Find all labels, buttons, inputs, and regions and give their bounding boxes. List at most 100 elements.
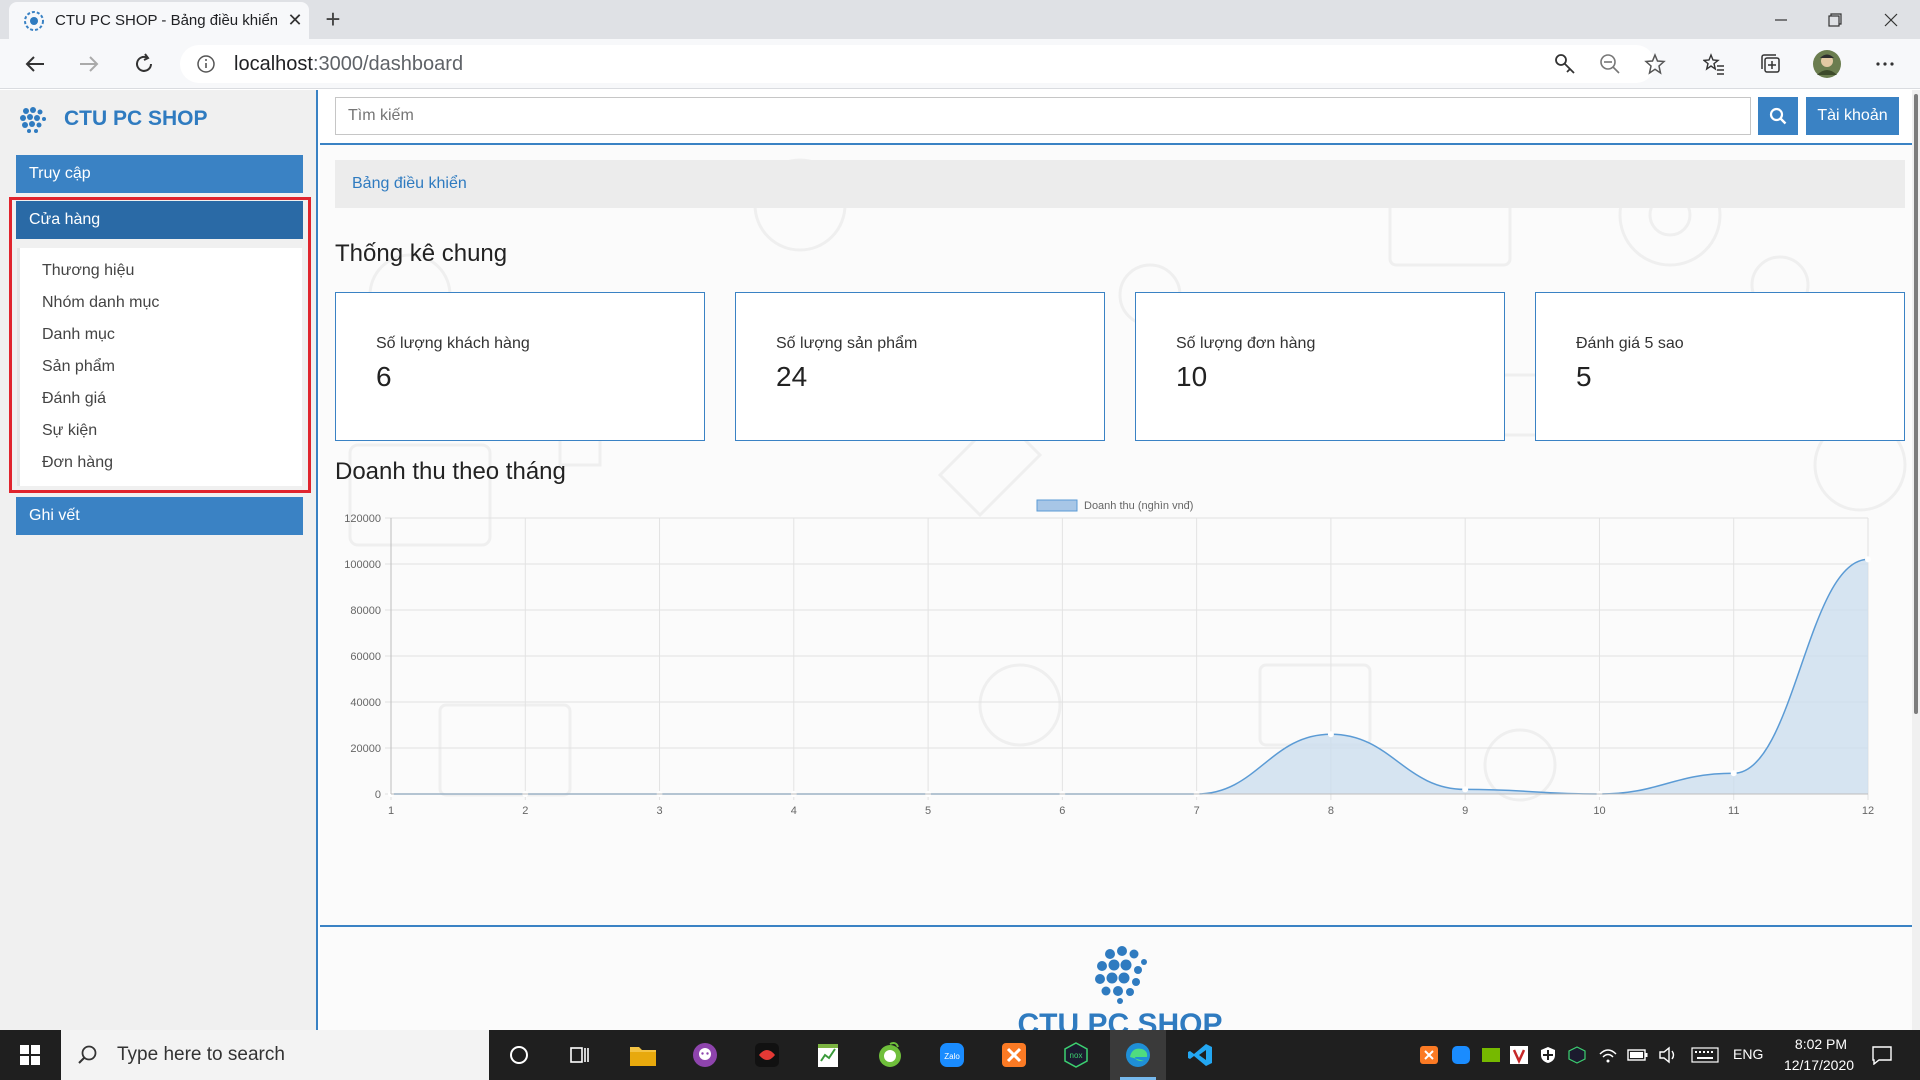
windows-logo-icon xyxy=(20,1045,40,1065)
taskbar-edge[interactable] xyxy=(1110,1030,1166,1080)
zoom-out-icon[interactable] xyxy=(1593,47,1627,81)
top-search-bar: Tài khoản xyxy=(320,90,1920,145)
y-tick-label: 120000 xyxy=(344,513,381,525)
brand[interactable]: CTU PC SHOP xyxy=(16,102,208,136)
taskbar-search-box[interactable]: Type here to search xyxy=(61,1030,489,1080)
browser-tab[interactable]: CTU PC SHOP - Bảng điều khiển ✕ xyxy=(9,2,309,39)
edge-icon xyxy=(1126,1043,1150,1067)
submenu-reviews[interactable]: Đánh giá xyxy=(42,390,106,408)
submenu-orders[interactable]: Đơn hàng xyxy=(42,454,113,472)
menu-access[interactable]: Truy cập xyxy=(16,155,303,193)
reload-button[interactable] xyxy=(126,47,162,81)
tray-keyboard-icon[interactable] xyxy=(1690,1045,1720,1065)
submenu-categories[interactable]: Danh mục xyxy=(42,326,115,344)
minimize-button[interactable] xyxy=(1752,0,1810,39)
url-text: localhost:3000/dashboard xyxy=(234,52,464,75)
data-point xyxy=(1462,786,1469,793)
more-options-icon[interactable] xyxy=(1868,47,1902,81)
folder-icon xyxy=(630,1047,656,1066)
profile-avatar[interactable] xyxy=(1810,47,1844,81)
account-button[interactable]: Tài khoản xyxy=(1806,97,1899,135)
tray-battery-icon[interactable] xyxy=(1627,1045,1649,1065)
back-button[interactable] xyxy=(17,47,53,81)
y-tick-label: 20000 xyxy=(350,743,381,755)
tray-security-icon[interactable] xyxy=(1537,1045,1559,1065)
revenue-title: Doanh thu theo tháng xyxy=(335,458,566,485)
x-tick-label: 10 xyxy=(1593,805,1605,817)
address-bar[interactable]: localhost:3000/dashboard xyxy=(180,45,1655,83)
menu-log[interactable]: Ghi vết xyxy=(16,497,303,535)
restore-button[interactable] xyxy=(1806,0,1864,39)
close-window-button[interactable] xyxy=(1862,0,1920,39)
footer-logo-icon xyxy=(1095,946,1147,1004)
y-tick-label: 80000 xyxy=(350,605,381,617)
tray-volume-icon[interactable] xyxy=(1657,1045,1679,1065)
stat-value: 6 xyxy=(376,361,392,392)
cortana-button[interactable] xyxy=(491,1030,547,1080)
taskbar-xampp[interactable] xyxy=(986,1030,1042,1080)
x-tick-label: 3 xyxy=(656,805,662,817)
x-tick-label: 4 xyxy=(791,805,797,817)
stat-card-products: Số lượng sản phẩm 24 xyxy=(735,292,1105,441)
web-page: CTU PC SHOP Truy cập Cửa hàng Thương hiệ… xyxy=(0,90,1920,1030)
favorites-list-icon[interactable] xyxy=(1697,47,1731,81)
taskbar-vscode[interactable] xyxy=(1172,1030,1228,1080)
data-point xyxy=(1327,731,1334,738)
search-input[interactable] xyxy=(335,97,1751,135)
favorite-star-icon[interactable] xyxy=(1638,47,1672,81)
new-tab-button[interactable]: + xyxy=(318,4,348,34)
search-button[interactable] xyxy=(1758,97,1798,135)
info-icon[interactable] xyxy=(196,54,216,74)
footer-brand: CTU PC SHOP xyxy=(1017,1008,1223,1030)
taskbar-file-explorer[interactable] xyxy=(615,1030,671,1080)
submenu-brands[interactable]: Thương hiệu xyxy=(42,262,134,280)
key-icon[interactable] xyxy=(1548,47,1582,81)
tray-xampp-icon[interactable] xyxy=(1418,1045,1440,1065)
tray-date[interactable]: 12/17/2020 xyxy=(1774,1057,1864,1073)
store-submenu: Thương hiệu Nhóm danh mục Danh mục Sản p… xyxy=(17,248,302,486)
tray-zalo-icon[interactable] xyxy=(1450,1045,1472,1065)
y-tick-label: 60000 xyxy=(350,651,381,663)
tray-v-icon[interactable] xyxy=(1508,1045,1530,1065)
close-tab-icon[interactable]: ✕ xyxy=(283,10,307,31)
notification-icon[interactable] xyxy=(1869,1043,1895,1067)
taskbar-search-text: Type here to search xyxy=(117,1044,285,1065)
taskbar-github-desktop[interactable] xyxy=(677,1030,733,1080)
forward-button[interactable] xyxy=(71,47,107,81)
tray-nox-icon[interactable] xyxy=(1566,1045,1588,1065)
brand-name: CTU PC SHOP xyxy=(64,107,208,130)
breadcrumb-dashboard[interactable]: Bảng điều khiển xyxy=(352,175,467,193)
y-tick-label: 0 xyxy=(375,789,381,801)
windows-taskbar: Type here to search Zalo nox ENG 8:02 PM… xyxy=(0,1030,1920,1080)
menu-store[interactable]: Cửa hàng xyxy=(16,201,303,239)
submenu-events[interactable]: Sự kiện xyxy=(42,422,97,440)
main-content: Tài khoản Bảng điều khiển Thống kê chung… xyxy=(320,90,1920,1030)
taskbar-coccoc[interactable] xyxy=(862,1030,918,1080)
stat-card-customers: Số lượng khách hàng 6 xyxy=(335,292,705,441)
stat-label: Số lượng đơn hàng xyxy=(1176,335,1316,352)
github-icon xyxy=(693,1043,717,1067)
scrollbar-thumb[interactable] xyxy=(1914,94,1918,714)
tray-time[interactable]: 8:02 PM xyxy=(1787,1036,1855,1052)
vscode-icon xyxy=(1188,1044,1212,1066)
taskbar-garena[interactable] xyxy=(739,1030,795,1080)
taskbar-nox[interactable]: nox xyxy=(1048,1030,1104,1080)
x-tick-label: 12 xyxy=(1862,805,1874,817)
x-tick-label: 9 xyxy=(1462,805,1468,817)
browser-toolbar: localhost:3000/dashboard xyxy=(0,39,1920,89)
sidebar: CTU PC SHOP Truy cập Cửa hàng Thương hiệ… xyxy=(0,90,318,1030)
submenu-products[interactable]: Sản phẩm xyxy=(42,358,115,376)
revenue-area xyxy=(391,559,1868,794)
stat-label: Đánh giá 5 sao xyxy=(1576,335,1684,352)
collections-icon[interactable] xyxy=(1754,47,1788,81)
stat-card-five-star: Đánh giá 5 sao 5 xyxy=(1535,292,1905,441)
tray-wifi-icon[interactable] xyxy=(1597,1045,1619,1065)
y-tick-label: 100000 xyxy=(344,559,381,571)
tray-language[interactable]: ENG xyxy=(1733,1046,1763,1062)
task-view-button[interactable] xyxy=(552,1030,608,1080)
submenu-category-groups[interactable]: Nhóm danh mục xyxy=(42,294,159,312)
taskbar-notepad-plus[interactable] xyxy=(800,1030,856,1080)
taskbar-zalo[interactable]: Zalo xyxy=(924,1030,980,1080)
start-button[interactable] xyxy=(0,1030,60,1080)
tray-nvidia-icon[interactable] xyxy=(1480,1045,1502,1065)
